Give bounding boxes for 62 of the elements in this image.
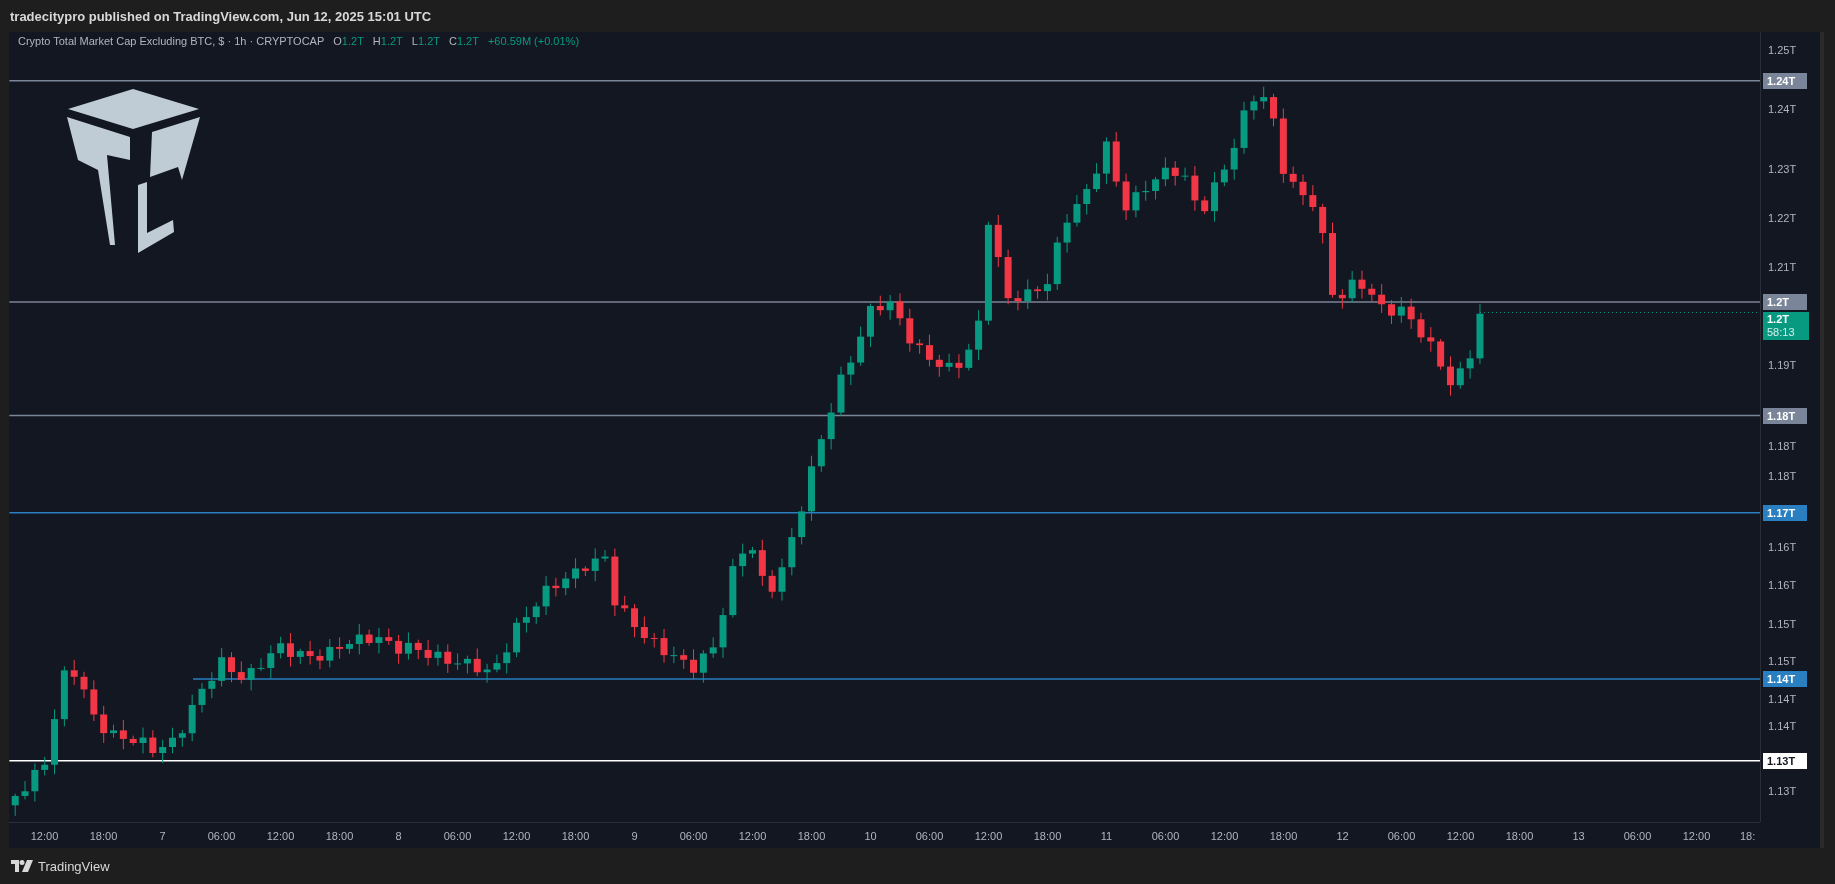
ohlc-value: L1.2T	[411, 35, 440, 47]
time-tick: 12:00	[1209, 829, 1240, 842]
level-price-label: 1.18T	[1763, 407, 1807, 424]
time-tick: 12:00	[973, 829, 1004, 842]
price-tick: 1.13T	[1768, 785, 1797, 798]
time-tick: 10	[863, 829, 878, 842]
price-tick: 1.16T	[1768, 540, 1797, 553]
level-price-label: 1.24T	[1763, 72, 1807, 89]
time-tick: 12:00	[737, 829, 768, 842]
time-tick: 06:00	[678, 829, 709, 842]
time-tick: 12:00	[501, 829, 532, 842]
time-tick: 06:00	[1386, 829, 1417, 842]
ohlc-value: C1.2T	[448, 35, 479, 47]
price-tick: 1.23T	[1768, 162, 1797, 175]
ohlc-value: H1.2T	[372, 35, 403, 47]
symbol-title: Crypto Total Market Cap Excluding BTC, $ · 1h · CRYPTOCAP	[18, 35, 325, 47]
price-tick: 1.14T	[1768, 692, 1797, 705]
time-tick: 8	[394, 829, 403, 842]
time-tick: 06:00	[914, 829, 945, 842]
time-tick: 18:00	[796, 829, 827, 842]
price-tick: 1.15T	[1768, 655, 1797, 668]
time-tick: 7	[158, 829, 167, 842]
time-tick: 18:00	[324, 829, 355, 842]
price-tick: 1.15T	[1768, 617, 1797, 630]
time-tick: 06:00	[442, 829, 473, 842]
time-tick: 18:00	[88, 829, 119, 842]
time-tick: 12	[1335, 829, 1350, 842]
price-tick: 1.16T	[1768, 579, 1797, 592]
level-price-label: 1.17T	[1763, 504, 1807, 521]
publish-note: tradecitypro published on TradingView.com, Jun 12, 2025 15:01 UTC	[10, 8, 432, 24]
time-tick: 12:00	[1445, 829, 1476, 842]
time-tick: 12:00	[265, 829, 296, 842]
time-tick: 13	[1571, 829, 1586, 842]
price-tick: 1.24T	[1768, 102, 1797, 115]
time-tick: 06:00	[1150, 829, 1181, 842]
time-tick: 18:00	[1032, 829, 1063, 842]
level-price-label: 1.2T	[1763, 294, 1807, 310]
price-tick: 1.18T	[1768, 439, 1797, 452]
time-tick: 12:00	[1681, 829, 1712, 842]
time-tick: 12:00	[29, 829, 60, 842]
time-tick: 06:00	[206, 829, 237, 842]
price-tick: 1.22T	[1768, 211, 1797, 224]
level-price-label: 1.14T	[1763, 670, 1807, 687]
time-tick: 18:00	[560, 829, 591, 842]
last-price: 1.2T	[1767, 313, 1790, 327]
price-tick: 1.18T	[1768, 470, 1797, 483]
price-change: +60.59M (+0.01%)	[487, 35, 580, 47]
time-tick: 11	[1099, 829, 1114, 842]
brand-name: TradingView	[38, 858, 110, 874]
time-tick: 18:00	[1268, 829, 1299, 842]
ohlc-value: O1.2T	[333, 35, 364, 47]
time-tick: 06:00	[1622, 829, 1653, 842]
price-tick: 1.21T	[1768, 260, 1797, 273]
price-tick: 1.25T	[1768, 44, 1797, 57]
bar-countdown: 58:13	[1767, 326, 1796, 340]
time-tick: 18:00	[1504, 829, 1535, 842]
time-tick: 9	[630, 829, 639, 842]
tradingview-logo-icon	[11, 860, 33, 872]
price-tick: 1.14T	[1768, 719, 1797, 732]
price-tick: 1.19T	[1768, 359, 1797, 372]
time-tick: 18:	[1739, 829, 1757, 842]
level-price-label: 1.13T	[1763, 752, 1807, 769]
